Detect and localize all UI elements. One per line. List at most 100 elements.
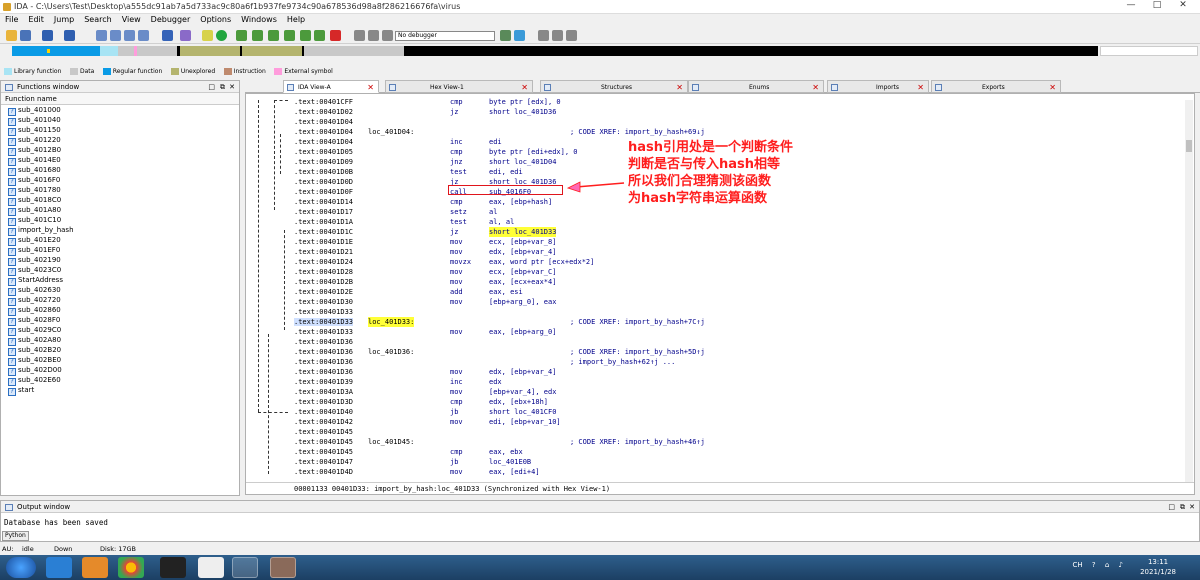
sync-icon[interactable] xyxy=(514,30,525,41)
code-line[interactable]: .text:00401D24 movzx eax, word ptr [ecx+ed… xyxy=(294,257,1174,267)
graph-icon-6[interactable] xyxy=(314,30,325,41)
binary-icon-4[interactable] xyxy=(138,30,149,41)
code-line[interactable]: .text:00401D45 loc_401D45: ; CODE XREF: im… xyxy=(294,437,1174,447)
code-line[interactable]: .text:00401D17 setz al xyxy=(294,207,1174,217)
breakpoint-icon[interactable] xyxy=(538,30,549,41)
graph-icon-5[interactable] xyxy=(300,30,311,41)
function-list-item[interactable]: f sub_401A80 xyxy=(1,205,239,216)
maximize-button[interactable]: □ xyxy=(1144,0,1170,13)
function-name-column-header[interactable]: Function name xyxy=(1,93,239,105)
function-list-item[interactable]: f import_by_hash xyxy=(1,225,239,236)
code-line[interactable]: .text:00401D2E add eax, esi xyxy=(294,287,1174,297)
menu-debugger[interactable]: Debugger xyxy=(146,14,196,26)
python-button[interactable]: Python xyxy=(2,531,29,541)
debugger-select[interactable]: No debugger xyxy=(395,31,495,41)
clock[interactable]: 13:11 2021/1/28 xyxy=(1140,557,1176,577)
ime-icon[interactable]: CH xyxy=(1073,561,1083,569)
function-list-item[interactable]: f sub_4012B0 xyxy=(1,145,239,156)
close-panel-icon[interactable]: ✕ xyxy=(229,81,235,93)
code-line[interactable]: .text:00401D28 mov ecx, [ebp+var_C] xyxy=(294,267,1174,277)
save-icon[interactable] xyxy=(20,30,31,41)
menu-jump[interactable]: Jump xyxy=(49,14,79,26)
menu-file[interactable]: File xyxy=(0,14,23,26)
pause-icon[interactable] xyxy=(368,30,379,41)
code-line[interactable]: .text:00401D45 cmp eax, ebx xyxy=(294,447,1174,457)
function-list-item[interactable]: f sub_401E20 xyxy=(1,235,239,246)
back-arrow-icon[interactable] xyxy=(42,30,53,41)
code-line[interactable]: .text:00401D1C jz short loc_401D33 xyxy=(294,227,1174,237)
code-line[interactable]: .text:00401D04 loc_401D04: ; CODE XREF: im… xyxy=(294,127,1174,137)
function-list-item[interactable]: f sub_4014E0 xyxy=(1,155,239,166)
ida-running-icon[interactable] xyxy=(270,557,296,578)
menu-help[interactable]: Help xyxy=(282,14,310,26)
function-list-item[interactable]: f sub_402BE0 xyxy=(1,355,239,366)
code-line[interactable]: .text:00401D47 jb loc_401E0B xyxy=(294,457,1174,467)
vertical-scrollbar[interactable] xyxy=(1185,100,1193,482)
code-line[interactable]: .text:00401D42 mov edi, [ebp+var_10] xyxy=(294,417,1174,427)
function-list-item[interactable]: f sub_401040 xyxy=(1,115,239,126)
binary-icon-2[interactable] xyxy=(110,30,121,41)
code-line[interactable]: .text:00401D36 xyxy=(294,337,1174,347)
tab-enums[interactable]: Enums ✕ xyxy=(688,80,824,93)
code-line[interactable]: .text:00401D02 jz short loc_401D36 xyxy=(294,107,1174,117)
stop-icon[interactable] xyxy=(382,30,393,41)
7zip-icon[interactable] xyxy=(198,557,224,578)
code-line[interactable]: .text:00401D39 inc edx xyxy=(294,377,1174,387)
open-folder-icon[interactable] xyxy=(6,30,17,41)
function-list-item[interactable]: f sub_401EF0 xyxy=(1,245,239,256)
function-list-item[interactable]: f sub_4029C0 xyxy=(1,325,239,336)
code-line[interactable]: .text:00401D33 xyxy=(294,307,1174,317)
minimize-button[interactable]: — xyxy=(1118,0,1144,13)
tab-imports[interactable]: Imports ✕ xyxy=(827,80,929,93)
code-line[interactable]: .text:00401D2B mov eax, [ecx+eax*4] xyxy=(294,277,1174,287)
code-line[interactable]: .text:00401D40 jb short loc_401CF0 xyxy=(294,407,1174,417)
media-player-icon[interactable] xyxy=(82,557,108,578)
function-list-item[interactable]: f sub_402720 xyxy=(1,295,239,306)
tools-icon[interactable] xyxy=(566,30,577,41)
volume-icon[interactable]: ♪ xyxy=(1119,561,1123,569)
play-icon[interactable] xyxy=(354,30,365,41)
menu-windows[interactable]: Windows xyxy=(236,14,282,26)
menu-options[interactable]: Options xyxy=(195,14,236,26)
breakpoint-icon-2[interactable] xyxy=(552,30,563,41)
function-list-item[interactable]: f sub_401220 xyxy=(1,135,239,146)
text-icon[interactable] xyxy=(202,30,213,41)
green-circle-icon[interactable] xyxy=(216,30,227,41)
debug-config-icon[interactable] xyxy=(500,30,511,41)
code-line[interactable]: .text:00401D33 loc_401D33: ; CODE XREF: im… xyxy=(294,317,1174,327)
pin-icon[interactable]: ⧉ xyxy=(220,81,225,93)
code-line[interactable]: .text:00401D45 xyxy=(294,427,1174,437)
tab-exports[interactable]: Exports ✕ xyxy=(931,80,1061,93)
code-line[interactable]: .text:00401D04 xyxy=(294,117,1174,127)
help-icon[interactable]: ? xyxy=(1092,561,1096,569)
function-list-item[interactable]: f sub_4023C0 xyxy=(1,265,239,276)
function-list-item[interactable]: f sub_4016F0 xyxy=(1,175,239,186)
graph-icon-3[interactable] xyxy=(268,30,279,41)
download-arrow-icon[interactable] xyxy=(162,30,173,41)
chrome-icon[interactable] xyxy=(118,557,144,578)
code-line[interactable]: .text:00401D21 mov edx, [ebp+var_4] xyxy=(294,247,1174,257)
function-list-item[interactable]: f sub_4018C0 xyxy=(1,195,239,206)
tab-ida-view-a[interactable]: IDA View-A ✕ xyxy=(283,80,379,93)
function-list-item[interactable]: f start xyxy=(1,385,239,396)
function-list-item[interactable]: f sub_402B20 xyxy=(1,345,239,356)
function-list-item[interactable]: f sub_401780 xyxy=(1,185,239,196)
graph-icon-4[interactable] xyxy=(284,30,295,41)
forward-arrow-icon[interactable] xyxy=(64,30,75,41)
function-list-item[interactable]: f sub_401C10 xyxy=(1,215,239,226)
function-list-item[interactable]: f sub_402E60 xyxy=(1,375,239,386)
pin-icon[interactable]: ⧉ xyxy=(1180,501,1185,513)
code-line[interactable]: .text:00401D36 mov edx, [ebp+var_4] xyxy=(294,367,1174,377)
code-line[interactable]: .text:00401D1E mov ecx, [ebp+var_8] xyxy=(294,237,1174,247)
code-line[interactable]: .text:00401D33 mov eax, [ebp+arg_0] xyxy=(294,327,1174,337)
stop-x-icon[interactable] xyxy=(330,30,341,41)
function-list-item[interactable]: f sub_402D00 xyxy=(1,365,239,376)
function-list-item[interactable]: f sub_402A80 xyxy=(1,335,239,346)
menu-search[interactable]: Search xyxy=(79,14,116,26)
menu-view[interactable]: View xyxy=(117,14,146,26)
sparkle-icon[interactable] xyxy=(180,30,191,41)
float-icon[interactable]: □ xyxy=(208,81,215,93)
function-list-item[interactable]: f sub_401150 xyxy=(1,125,239,136)
function-list-item[interactable]: f sub_402630 xyxy=(1,285,239,296)
start-button-icon[interactable] xyxy=(6,557,36,578)
